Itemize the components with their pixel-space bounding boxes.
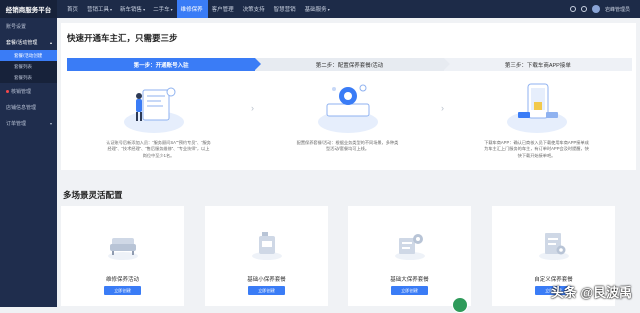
- package-card-small-maintenance: 基础小保养套餐 立即创建: [205, 206, 328, 306]
- notification-dot-icon: [6, 90, 9, 93]
- create-button[interactable]: 立即创建: [248, 286, 285, 295]
- nav-home[interactable]: 首页: [63, 0, 83, 18]
- chevron-down-icon: ▾: [171, 7, 173, 12]
- step-3-description: 下载车商APP：确认已商核入员下载使用车商APP接单成为车主汇上门服务的车主，有…: [484, 140, 589, 159]
- nav-basic-services[interactable]: 基础服务▾: [301, 0, 334, 18]
- download-app-illustration: [502, 78, 572, 138]
- nav-customer-management[interactable]: 客户管理: [208, 0, 239, 18]
- sidebar-item-account-settings[interactable]: 账号设置: [0, 18, 57, 34]
- chevron-down-icon: ▾: [50, 121, 52, 126]
- user-name[interactable]: 岩峰管理员: [605, 6, 630, 13]
- step-progress-bar: 第一步：开通账号入驻 第二步：配置保养套餐/活动 第三步：下载车商APP接单: [67, 58, 632, 71]
- packages-section-title: 多场景灵活配置: [63, 189, 123, 201]
- sidebar-item-package-list[interactable]: 套餐列表: [0, 61, 57, 72]
- package-card-maintenance-activity: 维修保养活动 立即创建: [61, 206, 184, 306]
- sidebar-item-package-list-2[interactable]: 套餐列表: [0, 72, 57, 83]
- package-config-illustration: [313, 78, 383, 138]
- step-1-description: 认证账号后新添加入员：“服务顾问SA”“预约专员”、“服务经理”、“技术经理”、…: [106, 140, 211, 159]
- brand-logo[interactable]: 经销商服务平台: [0, 0, 57, 18]
- chevron-down-icon: ▾: [143, 7, 145, 12]
- chevron-down-icon: ▾: [328, 7, 330, 12]
- step-2-description: 配置保养套餐/活动：根据业务类型的不同场景，多种类型活动/套餐均可上线。: [295, 140, 400, 153]
- oil-can-icon: [249, 226, 285, 262]
- chevron-down-icon: ▾: [110, 7, 112, 12]
- floating-service-icon[interactable]: [452, 297, 468, 313]
- nav-decision-support[interactable]: 决策支持: [239, 0, 270, 18]
- sidebar-item-package-create[interactable]: 套餐/活动创建: [0, 50, 57, 61]
- package-card-large-maintenance: 基础大保养套餐 立即创建: [348, 206, 471, 306]
- package-label: 基础大保养套餐: [348, 275, 471, 283]
- nav-marketing-tools[interactable]: 营销工具▾: [83, 0, 116, 18]
- sidebar-item-package-management[interactable]: 套餐/活动管理▴: [0, 34, 57, 50]
- nav-new-car-sales[interactable]: 新车销售▾: [116, 0, 149, 18]
- chevron-up-icon: ▴: [50, 40, 52, 45]
- nav-maintenance[interactable]: 维修保养: [177, 0, 208, 18]
- avatar[interactable]: [592, 5, 600, 13]
- help-icon[interactable]: [581, 6, 587, 12]
- chevron-right-icon: ›: [251, 103, 254, 113]
- sidebar: 账号设置 套餐/活动管理▴ 套餐/活动创建 套餐列表 套餐列表 核销管理 店铺信…: [0, 18, 57, 307]
- step-1[interactable]: 第一步：开通账号入驻: [67, 58, 255, 71]
- sidebar-item-orders[interactable]: 订单管理▾: [0, 115, 57, 131]
- sidebar-item-store-info[interactable]: 店铺信息管理: [0, 99, 57, 115]
- user-area: 岩峰管理员: [570, 0, 630, 18]
- main-nav: 首页 营销工具▾ 新车销售▾ 二手车▾ 维修保养 客户管理 决策支持 智慧营销 …: [63, 0, 334, 18]
- package-label: 基础小保养套餐: [205, 275, 328, 283]
- create-button[interactable]: 立即创建: [104, 286, 141, 295]
- nav-used-car[interactable]: 二手车▾: [149, 0, 177, 18]
- document-gear-icon: [536, 226, 572, 262]
- top-navbar: 经销商服务平台 首页 营销工具▾ 新车销售▾ 二手车▾ 维修保养 客户管理 决策…: [0, 0, 640, 18]
- bell-icon[interactable]: [570, 6, 576, 12]
- sidebar-item-verification[interactable]: 核销管理: [0, 83, 57, 99]
- toolbox-icon: [392, 226, 428, 262]
- steps-title: 快速开通车主汇，只需要三步: [67, 32, 178, 44]
- package-label: 维修保养活动: [61, 275, 184, 283]
- main-content: 快速开通车主汇，只需要三步 第一步：开通账号入驻 第二步：配置保养套餐/活动 第…: [57, 18, 640, 307]
- step-2[interactable]: 第二步：配置保养套餐/活动: [255, 58, 443, 71]
- step-3[interactable]: 第三步：下载车商APP接单: [444, 58, 632, 71]
- watermark: 头条 @艮波禹: [551, 282, 632, 301]
- steps-card: 快速开通车主汇，只需要三步 第一步：开通账号入驻 第二步：配置保养套餐/活动 第…: [61, 23, 636, 170]
- nav-smart-marketing[interactable]: 智慧营销: [270, 0, 301, 18]
- create-button[interactable]: 立即创建: [391, 286, 428, 295]
- chevron-right-icon: ›: [441, 103, 444, 113]
- account-setup-illustration: [119, 78, 189, 138]
- sofa-icon: [105, 226, 141, 262]
